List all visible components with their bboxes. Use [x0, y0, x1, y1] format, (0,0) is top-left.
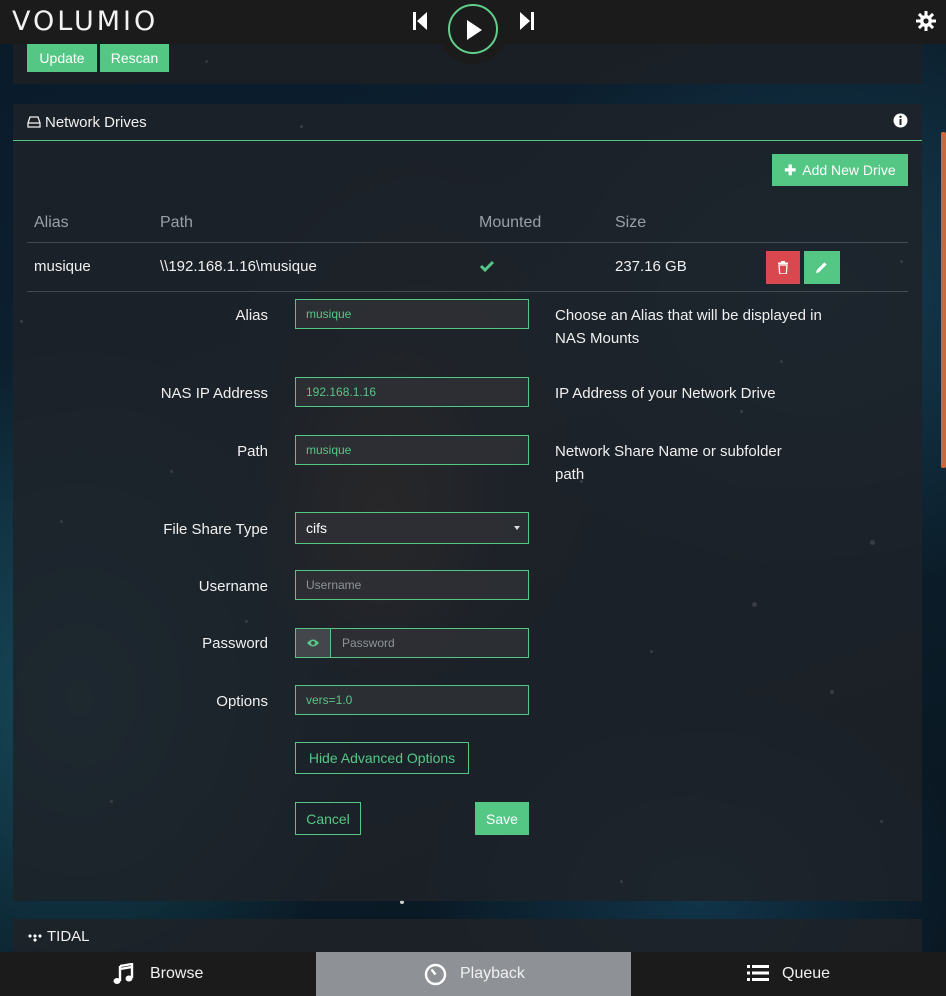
file-share-type-select[interactable]: cifs — [295, 512, 529, 544]
alias-help-text: Choose an Alias that will be displayed i… — [555, 307, 822, 347]
play-button[interactable] — [448, 4, 498, 54]
save-button[interactable]: Save — [475, 802, 529, 835]
play-icon — [467, 20, 482, 40]
pencil-icon — [816, 262, 827, 273]
column-header-path: Path — [160, 214, 193, 231]
nav-queue[interactable]: Queue — [631, 952, 946, 996]
list-icon — [747, 965, 769, 981]
nav-browse-label: Browse — [150, 965, 204, 982]
column-header-size: Size — [615, 214, 647, 231]
chevron-down-icon — [514, 526, 520, 530]
mounted-check-icon — [479, 260, 495, 273]
show-password-button[interactable] — [296, 629, 331, 657]
nav-browse[interactable]: Browse — [0, 952, 316, 996]
scrollbar[interactable] — [941, 132, 946, 468]
info-icon[interactable] — [893, 113, 908, 128]
file-share-type-value: cifs — [306, 520, 327, 536]
cancel-button[interactable]: Cancel — [295, 802, 361, 835]
tidal-title: TIDAL — [47, 928, 90, 945]
tidal-icon — [28, 934, 42, 942]
delete-drive-button[interactable] — [766, 251, 800, 284]
nas-ip-help-text: IP Address of your Network Drive — [555, 385, 776, 402]
panel-title: Network Drives — [45, 114, 147, 131]
drive-path-cell: \\192.168.1.16\musique — [160, 258, 317, 275]
eye-icon — [307, 639, 319, 647]
settings-gear-icon[interactable] — [916, 11, 936, 31]
tidal-section-header[interactable]: TIDAL — [13, 919, 922, 952]
options-input[interactable] — [295, 685, 529, 715]
panel-header: Network Drives — [13, 104, 922, 141]
nas-ip-input[interactable] — [295, 377, 529, 407]
password-field — [295, 628, 529, 658]
column-header-mounted: Mounted — [479, 214, 542, 231]
hide-advanced-options-button[interactable]: Hide Advanced Options — [295, 742, 469, 774]
file-share-type-label: File Share Type — [163, 521, 268, 538]
network-drives-panel: Network Drives ✚ Add New Drive Alias Pat… — [13, 104, 922, 901]
nav-playback[interactable]: Playback — [316, 952, 631, 996]
table-divider — [27, 291, 908, 292]
alias-label: Alias — [235, 307, 268, 324]
alias-input[interactable] — [295, 299, 529, 329]
password-input[interactable] — [332, 629, 528, 657]
path-label: Path — [237, 443, 268, 460]
volumio-logo[interactable]: VOLUMIO — [12, 8, 158, 36]
previous-track-icon[interactable] — [411, 10, 429, 32]
clock-icon — [424, 963, 447, 986]
table-divider — [27, 242, 908, 243]
edit-drive-button[interactable] — [804, 251, 840, 284]
plus-icon: ✚ — [784, 161, 797, 178]
update-button[interactable]: Update — [27, 44, 97, 72]
add-new-drive-label: Add New Drive — [802, 161, 896, 178]
path-input[interactable] — [295, 435, 529, 465]
logo-text: VOLUMIO — [12, 6, 159, 37]
nas-ip-label: NAS IP Address — [160, 385, 268, 402]
trash-icon — [778, 261, 788, 274]
nav-playback-label: Playback — [460, 965, 525, 982]
music-note-icon — [113, 963, 134, 984]
hard-drive-icon — [27, 116, 41, 128]
username-label: Username — [198, 578, 268, 595]
drive-size-cell: 237.16 GB — [615, 258, 687, 275]
bottom-navigation: Browse Playback Queue — [0, 952, 946, 996]
password-label: Password — [202, 635, 268, 652]
username-input[interactable] — [295, 570, 529, 600]
next-track-icon[interactable] — [518, 10, 536, 32]
drive-alias-cell: musique — [34, 258, 91, 275]
add-new-drive-button[interactable]: ✚ Add New Drive — [772, 154, 908, 186]
nav-queue-label: Queue — [782, 965, 831, 982]
rescan-button[interactable]: Rescan — [100, 44, 169, 72]
column-header-alias: Alias — [34, 214, 69, 231]
path-help-text: Network Share Name or subfolder path — [555, 443, 782, 483]
options-label: Options — [216, 693, 268, 710]
